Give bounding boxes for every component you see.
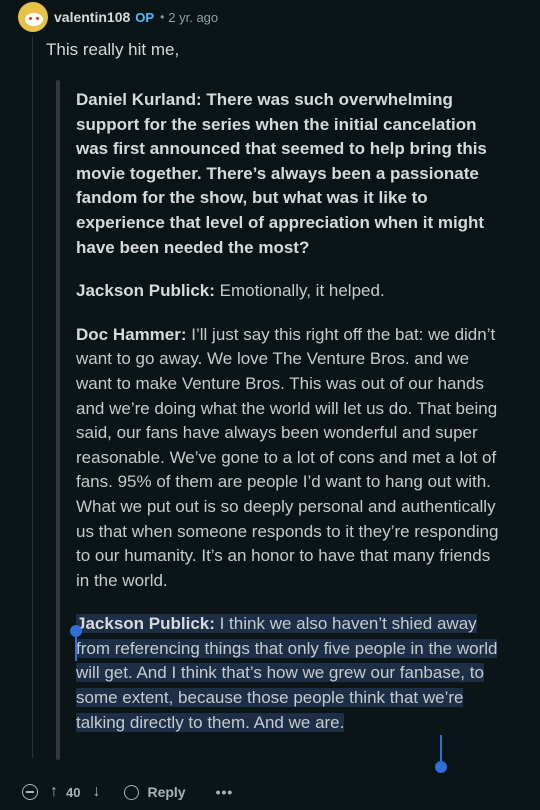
snoo-eye-icon — [36, 17, 39, 20]
vote-score: 40 — [66, 784, 81, 800]
comment-age: 2 yr. ago — [168, 9, 219, 25]
thread-line[interactable] — [32, 36, 33, 758]
downvote-icon[interactable]: ↓ — [92, 783, 100, 801]
reply-label: Reply — [147, 784, 186, 800]
quote-text: Emotionally, it helped. — [214, 281, 385, 301]
more-options-button[interactable]: ••• — [216, 784, 234, 800]
quote-paragraph-selected: Jackson Publick: I think we also haven’t… — [76, 612, 506, 735]
blockquote: Daniel Kurland: There was such overwhelm… — [76, 88, 506, 754]
quote-text: I’ll just say this right off the bat: we… — [76, 324, 499, 590]
selection-start-caret[interactable] — [75, 633, 77, 661]
separator-dot: • — [160, 10, 165, 24]
reply-bubble-icon — [124, 784, 140, 800]
snoo-face-icon — [25, 13, 43, 26]
op-badge: OP — [135, 9, 155, 25]
reply-button[interactable]: Reply — [124, 784, 186, 800]
selected-text-speaker: Jackson Publick: — [76, 614, 215, 634]
username[interactable]: valentin108 — [54, 9, 130, 25]
selection-end-handle[interactable] — [435, 761, 447, 773]
blockquote-bar — [56, 80, 60, 760]
speaker-name: Jackson Publick: — [76, 281, 215, 301]
speaker-name: Doc Hammer: — [76, 324, 187, 344]
snoo-eye-icon — [29, 17, 32, 20]
selection-end-caret[interactable] — [440, 735, 442, 763]
quote-paragraph: Jackson Publick: Emotionally, it helped. — [76, 279, 506, 304]
comment-actions: ↑ 40 ↓ Reply ••• — [22, 780, 233, 804]
speaker-name: Jackson Publick: — [76, 614, 215, 634]
selection-start-handle[interactable] — [70, 625, 82, 637]
upvote-icon[interactable]: ↑ — [50, 783, 58, 801]
collapse-thread-icon[interactable] — [22, 784, 38, 800]
quote-question: Daniel Kurland: There was such overwhelm… — [76, 90, 487, 257]
quote-paragraph: Doc Hammer: I’ll just say this right off… — [76, 323, 506, 594]
comment-header: valentin108 OP • 2 yr. ago — [18, 2, 218, 32]
comment-lead-text: This really hit me, — [46, 40, 180, 59]
user-avatar[interactable] — [18, 2, 48, 32]
